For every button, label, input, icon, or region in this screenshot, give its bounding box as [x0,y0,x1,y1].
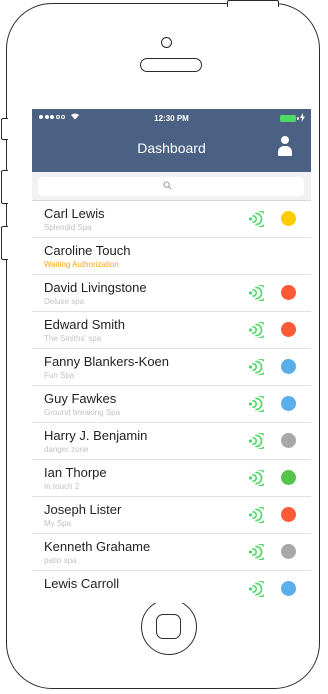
contact-name: Ian Thorpe [44,465,107,480]
status-dot [281,470,296,485]
contact-subtitle: Waiting Authorization [44,260,119,269]
charging-bolt-icon [300,113,305,124]
list-item[interactable]: Lewis Carroll [32,571,311,603]
contact-name: Harry J. Benjamin [44,428,148,443]
volume-down-button [1,226,8,260]
contact-subtitle: Deluxe spa [44,297,85,306]
contact-subtitle: In.touch 2 [44,482,80,491]
contact-subtitle: patio spa [44,556,77,565]
earpiece-speaker [140,58,202,72]
contact-name: Carl Lewis [44,206,105,221]
list-item[interactable]: Ian Thorpe In.touch 2 [32,460,311,497]
contact-subtitle: danger zone [44,445,89,454]
search-icon [163,181,172,190]
navigation-bar: 12:30 PM Dashboard [32,109,311,172]
contact-subtitle: The Smiths' spa [44,334,102,343]
list-item[interactable]: Caroline Touch Waiting Authorization [32,238,311,275]
list-item[interactable]: Guy Fawkes Ground breaking Spa [32,386,311,423]
wireless-signal-icon [248,470,264,486]
page-title: Dashboard [137,140,206,156]
contact-name: Fanny Blankers-Koen [44,354,170,369]
volume-up-button [1,170,8,204]
status-dot [281,507,296,522]
contact-subtitle: My Spa [44,519,72,528]
status-dot [281,322,296,337]
wireless-signal-icon [248,359,264,375]
wireless-signal-icon [248,544,264,560]
wireless-signal-icon [248,581,264,597]
list-item[interactable]: Carl Lewis Splendid Spa [32,201,311,238]
contact-name: Kenneth Grahame [44,539,151,554]
status-dot [281,581,296,596]
list-item[interactable]: Fanny Blankers-Koen Fun Spa [32,349,311,386]
wireless-signal-icon [248,322,264,338]
wireless-signal-icon [248,211,264,227]
mute-switch [1,118,8,140]
home-button[interactable] [141,599,197,655]
wireless-signal-icon [248,433,264,449]
contact-subtitle: Splendid Spa [44,223,92,232]
contact-subtitle: Ground breaking Spa [44,408,121,417]
contact-list: Carl Lewis Splendid Spa Caroline Touch Wait… [32,201,311,603]
app-screen: 12:30 PM Dashboard Carl Lewis Splendid Sp… [32,109,311,603]
list-item[interactable]: Kenneth Grahame patio spa [32,534,311,571]
wireless-signal-icon [248,507,264,523]
battery-tip [297,117,299,120]
wireless-signal-icon [248,285,264,301]
status-dot [281,544,296,559]
profile-icon[interactable] [278,136,292,156]
contact-name: Guy Fawkes [44,391,117,406]
status-time: 12:30 PM [154,114,189,123]
contact-name: Lewis Carroll [44,576,120,591]
list-item[interactable]: Harry J. Benjamin danger zone [32,423,311,460]
battery-icon [280,115,296,122]
contact-name: Edward Smith [44,317,125,332]
status-dot [281,396,296,411]
contact-subtitle: Fun Spa [44,371,75,380]
home-button-square-icon [156,614,181,639]
contact-name: Caroline Touch [44,243,131,258]
list-item[interactable]: David Livingstone Deluxe spa [32,275,311,312]
list-item[interactable]: Joseph Lister My Spa [32,497,311,534]
status-dot [281,211,296,226]
contact-name: David Livingstone [44,280,147,295]
power-button [227,0,279,7]
contact-name: Joseph Lister [44,502,122,517]
status-bar: 12:30 PM [32,109,311,129]
front-camera [161,37,172,48]
status-dot [281,433,296,448]
wireless-signal-icon [248,396,264,412]
list-item[interactable]: Edward Smith The Smiths' spa [32,312,311,349]
search-bar [32,172,311,201]
status-dot [281,285,296,300]
status-dot [281,359,296,374]
